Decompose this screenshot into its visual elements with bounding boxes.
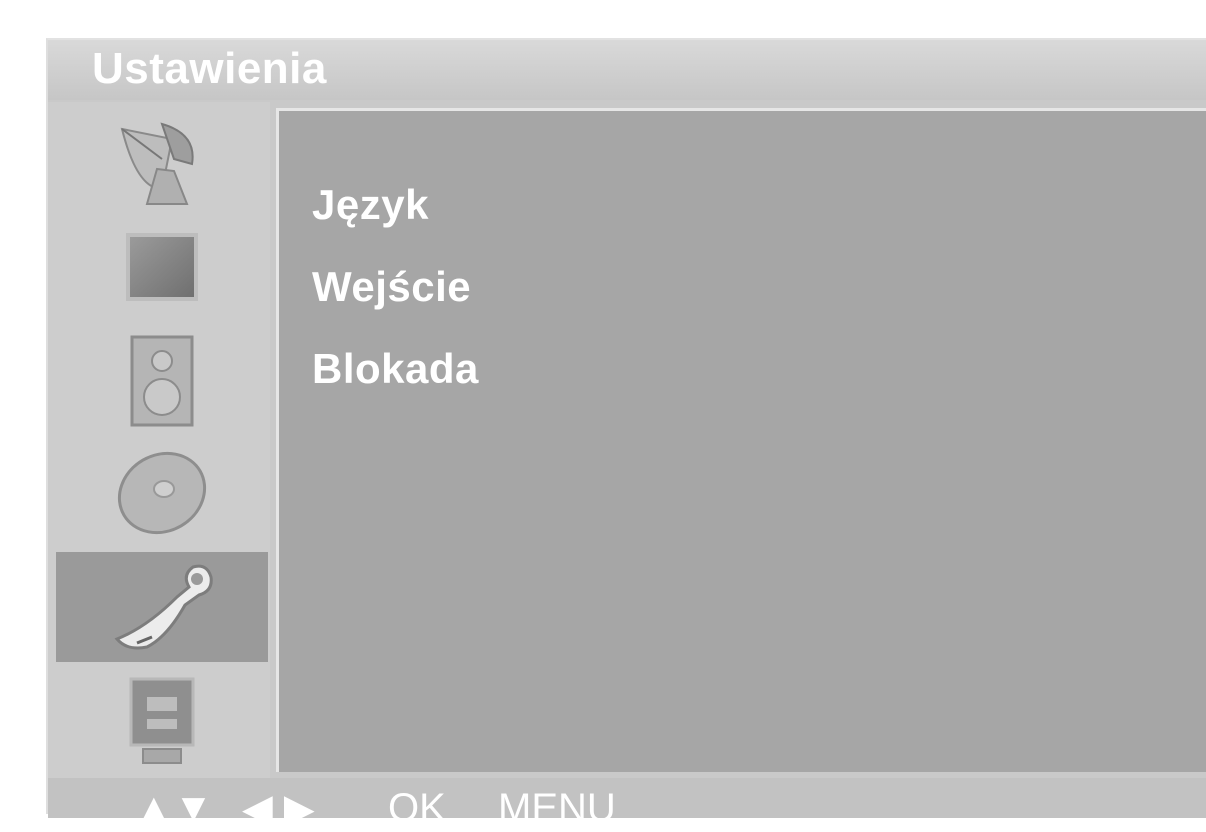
satellite-dish-icon — [120, 122, 194, 205]
navigation-hint-bar: ▲▼ ◀ ▶ OK MENU — [48, 778, 1206, 831]
sidebar-item-sound[interactable] — [56, 326, 268, 436]
page-title: Ustawienia — [92, 44, 327, 93]
disc-icon — [117, 451, 207, 535]
menu-item-lock[interactable]: Blokada — [312, 345, 479, 393]
settings-osd-window: Ustawienia Język Wejście Blokada ▲▼ ◀ ▶ … — [46, 38, 1206, 831]
menu-item-input[interactable]: Wejście — [312, 263, 471, 311]
sidebar-item-input[interactable] — [56, 664, 268, 774]
sidebar-item-channel[interactable] — [56, 104, 268, 214]
ok-hint: OK — [388, 786, 446, 830]
tv-input-icon — [129, 677, 195, 764]
menu-hint: MENU — [498, 786, 616, 830]
speaker-icon — [130, 335, 194, 427]
title-bar: Ustawienia — [48, 40, 1206, 100]
category-sidebar — [48, 102, 270, 778]
wrench-icon — [114, 564, 213, 650]
sidebar-item-picture[interactable] — [56, 214, 268, 324]
picture-icon — [126, 233, 198, 301]
sidebar-item-time[interactable] — [56, 438, 268, 548]
updown-arrows-icon: ▲▼ — [134, 786, 214, 830]
leftright-arrows-icon: ◀ ▶ — [242, 787, 315, 831]
menu-item-language[interactable]: Język — [312, 181, 429, 229]
sidebar-item-setup[interactable] — [56, 552, 268, 662]
submenu-panel: Język Wejście Blokada — [276, 108, 1206, 772]
